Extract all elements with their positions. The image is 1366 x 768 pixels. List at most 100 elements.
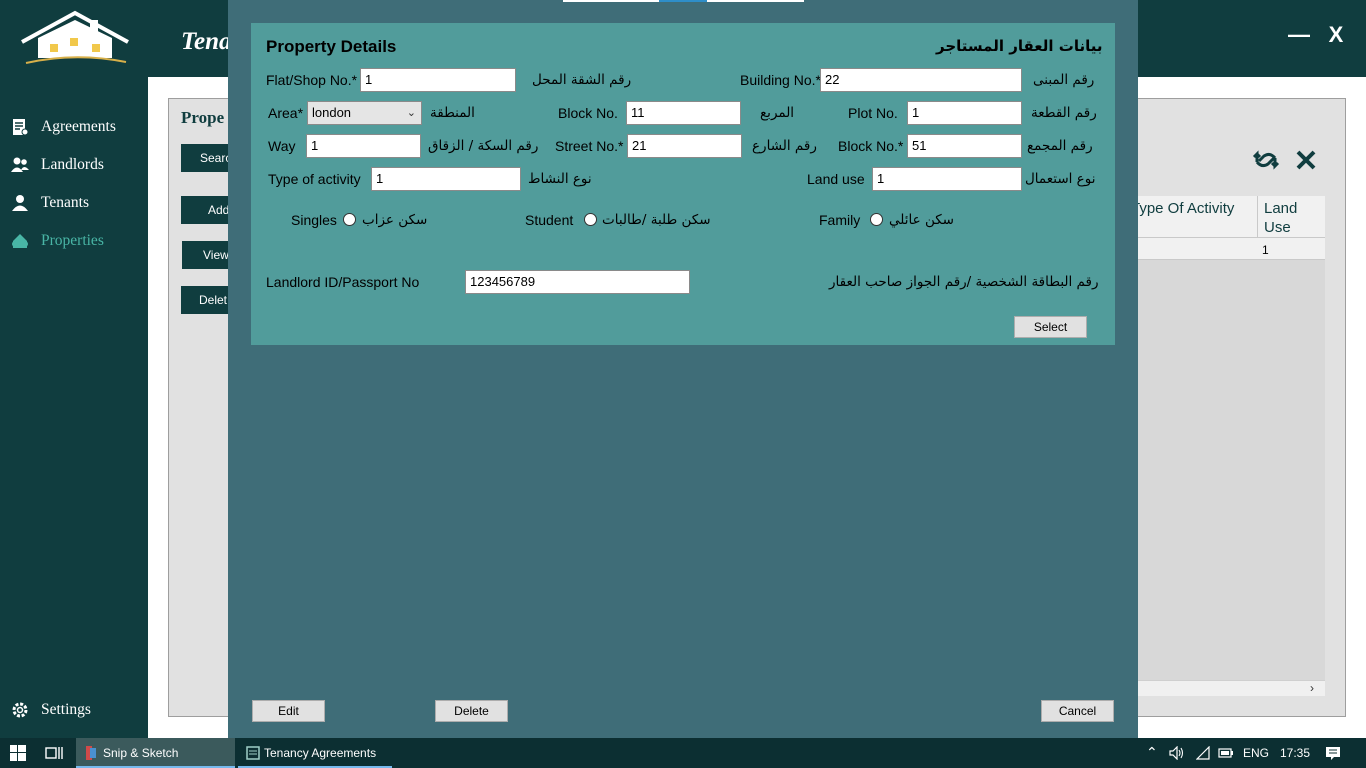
student-label: Student (525, 212, 574, 228)
volume-icon[interactable] (1169, 746, 1185, 760)
sidebar-item-agreements[interactable]: Agreements (10, 115, 116, 139)
delete-button[interactable]: Delete (435, 700, 508, 722)
singles-label: Singles (291, 212, 337, 228)
sidebar-item-tenants[interactable]: Tenants (10, 191, 89, 215)
column-header-type-of-activity[interactable]: Type Of Activity (1131, 199, 1255, 218)
area-label-arabic: المنطقة (430, 105, 475, 121)
close-icon[interactable] (1294, 148, 1318, 172)
flat-label-arabic: رقم الشقة المحل (532, 72, 632, 88)
plot-label: Plot No. (848, 105, 898, 121)
language-indicator[interactable]: ENG (1243, 746, 1269, 760)
properties-table (1138, 196, 1325, 680)
sidebar-item-properties[interactable]: Properties (10, 229, 104, 253)
landlord-id-label-arabic: رقم البطاقة الشخصية /رقم الجواز صاحب الع… (829, 274, 1099, 290)
view-button[interactable]: View (182, 241, 232, 269)
complex-label: Block No.* (838, 138, 904, 154)
page-title: Prope (181, 108, 225, 127)
way-label: Way (268, 138, 296, 154)
area-label: Area* (268, 105, 304, 121)
sidebar-item-label: Properties (41, 232, 104, 249)
sidebar-item-label: Agreements (41, 118, 116, 135)
building-label-arabic: رقم المبنى (1033, 72, 1095, 88)
house-logo-icon (21, 10, 129, 64)
taskbar-app-label: Snip & Sketch (103, 746, 179, 760)
chevron-up-icon[interactable]: ⌃ (1146, 744, 1158, 761)
way-input[interactable]: 1 (306, 134, 421, 158)
student-radio[interactable] (584, 213, 597, 226)
complex-label-arabic: رقم المجمع (1027, 138, 1093, 154)
sidebar-item-label: Landlords (41, 156, 104, 173)
sidebar-item-landlords[interactable]: Landlords (10, 153, 104, 177)
taskbar: Snip & Sketch Tenancy Agreements ⌃ ENG 1… (0, 738, 1366, 768)
cancel-button[interactable]: Cancel (1041, 700, 1114, 722)
add-button[interactable]: Add (181, 196, 231, 224)
street-input[interactable]: 21 (627, 134, 742, 158)
building-input[interactable]: 22 (820, 68, 1022, 92)
plot-input[interactable]: 1 (907, 101, 1022, 125)
area-select-value: london (312, 105, 352, 120)
sidebar-item-settings[interactable]: Settings (10, 698, 91, 722)
family-label: Family (819, 212, 861, 228)
sidebar-item-label: Tenants (41, 194, 89, 211)
plot-label-arabic: رقم القطعة (1031, 105, 1097, 121)
snip-sketch-icon (86, 746, 96, 760)
taskbar-app-label: Tenancy Agreements (264, 746, 377, 760)
block-label-arabic: المربع (760, 105, 795, 121)
app-title: Tena (181, 28, 232, 55)
activity-input[interactable]: 1 (371, 167, 521, 191)
flat-input[interactable]: 1 (360, 68, 516, 92)
family-label-arabic: سكن عائلي (889, 212, 954, 228)
refresh-icon[interactable] (1252, 146, 1280, 174)
student-label-arabic: سكن طلبة /طالبات (602, 212, 711, 228)
tenancy-app-icon (246, 746, 260, 760)
landuse-input[interactable]: 1 (872, 167, 1022, 191)
dialog-tab-active (659, 0, 707, 2)
close-window-button[interactable]: X (1324, 20, 1348, 50)
taskbar-app-tenancy[interactable]: Tenancy Agreements (238, 738, 392, 768)
street-label-arabic: رقم الشارع (752, 138, 817, 154)
edit-button[interactable]: Edit (252, 700, 325, 722)
landuse-label-arabic: نوع استعمال (1025, 171, 1096, 187)
singles-radio[interactable] (343, 213, 356, 226)
landlord-id-input[interactable]: 123456789 (465, 270, 690, 294)
minimize-button[interactable]: — (1288, 20, 1310, 50)
flat-label: Flat/Shop No.* (266, 72, 358, 88)
sidebar: Agreements Landlords Tenants Properties … (0, 77, 148, 738)
table-cell-land-use: 1 (1262, 243, 1269, 257)
landlords-icon (11, 157, 29, 172)
landuse-label: Land use (807, 171, 865, 187)
network-icon[interactable] (1196, 746, 1210, 760)
area-select[interactable]: london ⌄ (307, 101, 422, 125)
delete-bg-button[interactable]: Delet (181, 286, 231, 314)
family-radio[interactable] (870, 213, 883, 226)
block-input[interactable]: 11 (626, 101, 741, 125)
agreement-icon (13, 119, 29, 136)
scroll-right-icon[interactable]: › (1310, 681, 1314, 695)
battery-icon[interactable] (1218, 747, 1234, 759)
horizontal-scrollbar[interactable] (1138, 680, 1325, 696)
street-label: Street No.* (555, 138, 624, 154)
activity-label-arabic: نوع النشاط (528, 171, 592, 187)
clock[interactable]: 17:35 (1280, 746, 1310, 760)
table-row[interactable] (1138, 238, 1325, 260)
search-button[interactable]: Searc (181, 144, 231, 172)
taskbar-app-snip-sketch[interactable]: Snip & Sketch (76, 738, 235, 768)
singles-label-arabic: سكن عزاب (362, 212, 428, 228)
complex-input[interactable]: 51 (907, 134, 1022, 158)
activity-label: Type of activity (268, 171, 361, 187)
properties-icon (12, 234, 28, 248)
tenant-icon (12, 195, 28, 211)
column-header-land-use[interactable]: Land Use (1264, 199, 1314, 237)
form-title: Property Details (266, 37, 397, 56)
notification-icon[interactable] (1325, 745, 1341, 761)
select-button[interactable]: Select (1014, 316, 1087, 338)
building-label: Building No.* (740, 72, 821, 88)
block-label: Block No. (558, 105, 618, 121)
way-label-arabic: رقم السكة / الزقاق (428, 138, 539, 154)
task-view-icon[interactable] (45, 745, 63, 761)
gear-icon (12, 702, 28, 718)
sidebar-item-label: Settings (41, 701, 91, 718)
chevron-down-icon: ⌄ (406, 107, 416, 119)
form-title-arabic: بيانات العقار المستاجر (936, 37, 1103, 55)
windows-start-icon[interactable] (10, 745, 26, 761)
